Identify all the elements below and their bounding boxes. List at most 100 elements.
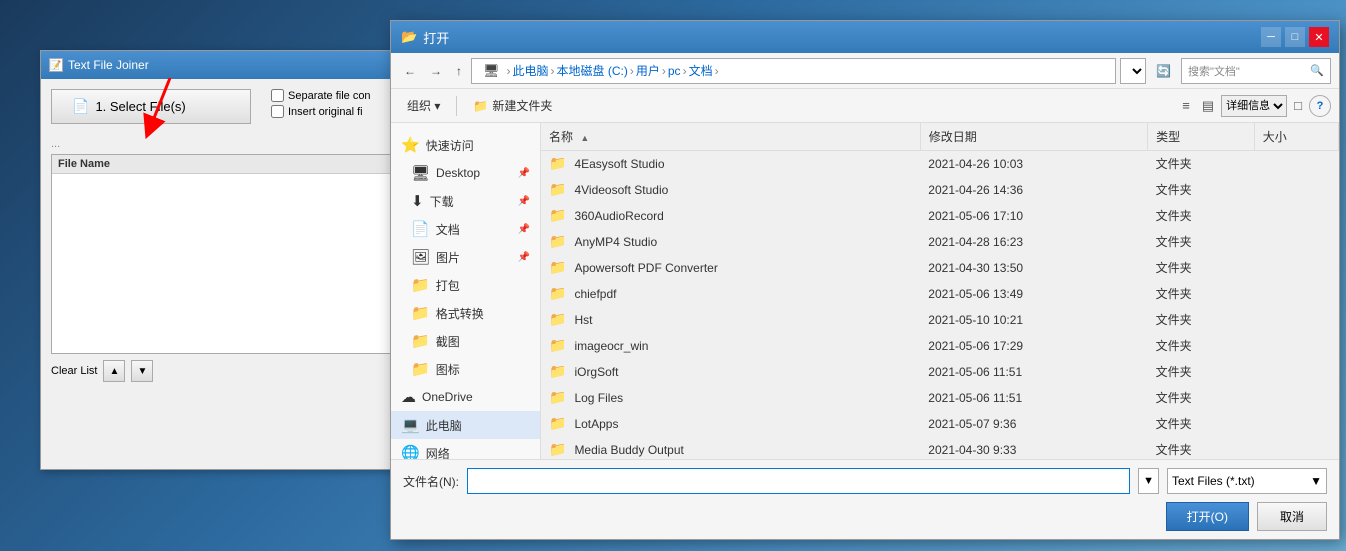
file-name-cell: 📁 AnyMP4 Studio: [541, 229, 920, 255]
desktop-icon: 🖥: [411, 164, 430, 182]
file-size-cell: [1254, 203, 1338, 229]
nav-item-thispc[interactable]: 💻 此电脑: [391, 411, 540, 439]
help-button[interactable]: ?: [1309, 95, 1331, 117]
new-folder-button[interactable]: 📁 新建文件夹: [465, 94, 560, 117]
joiner-title: Text File Joiner: [68, 58, 149, 72]
cancel-button[interactable]: 取消: [1257, 502, 1327, 531]
file-size-cell: [1254, 229, 1338, 255]
breadcrumb: 🖥 › 此电脑 › 本地磁盘 (C:) › 用户 › pc › 文档 ›: [471, 58, 1116, 84]
col-modified[interactable]: 修改日期: [920, 123, 1147, 151]
nav-item-pack[interactable]: 📁 打包: [391, 271, 540, 299]
table-row[interactable]: 📁 360AudioRecord 2021-05-06 17:10 文件夹: [541, 203, 1339, 229]
dialog-main: ⭐ 快速访问 🖥 Desktop 📌 ⬇ 下载 📌 📄 文档 📌 🖼 图片: [391, 123, 1339, 459]
nav-item-documents[interactable]: 📄 文档 📌: [391, 215, 540, 243]
nav-item-quickaccess[interactable]: ⭐ 快速访问: [391, 131, 540, 159]
filetype-dropdown[interactable]: Text Files (*.txt) ▼: [1167, 468, 1327, 494]
nav-item-pictures[interactable]: 🖼 图片 📌: [391, 243, 540, 271]
nav-label-pack: 打包: [436, 277, 460, 294]
file-size-cell: [1254, 411, 1338, 437]
file-modified-cell: 2021-05-06 11:51: [920, 359, 1147, 385]
option1-label[interactable]: Separate file con: [271, 89, 371, 102]
filename-input[interactable]: [467, 468, 1130, 494]
file-type-cell: 文件夹: [1148, 333, 1255, 359]
nav-item-onedrive[interactable]: ☁ OneDrive: [391, 383, 540, 411]
convert-icon: 📁: [411, 304, 430, 322]
nav-item-network[interactable]: 🌐 网络: [391, 439, 540, 459]
folder-icon: 📁: [549, 233, 566, 250]
col-size[interactable]: 大小: [1254, 123, 1338, 151]
clear-list-label: Clear List: [51, 365, 97, 377]
table-row[interactable]: 📁 Hst 2021-05-10 10:21 文件夹: [541, 307, 1339, 333]
organize-button[interactable]: 组织 ▾: [399, 94, 448, 117]
view-dropdown[interactable]: 详细信息: [1221, 95, 1287, 117]
folder-icon: 📁: [549, 337, 566, 354]
file-type-cell: 文件夹: [1148, 411, 1255, 437]
up-button[interactable]: ↑: [451, 62, 467, 80]
nav-label-screenshot: 截图: [436, 333, 460, 350]
file-modified-cell: 2021-05-06 11:51: [920, 385, 1147, 411]
file-type-cell: 文件夹: [1148, 307, 1255, 333]
table-row[interactable]: 📁 Apowersoft PDF Converter 2021-04-30 13…: [541, 255, 1339, 281]
select-files-button[interactable]: 📄 1. Select File(s): [51, 89, 251, 124]
col-name[interactable]: 名称 ▲: [541, 123, 920, 151]
filename-row: 文件名(N): ▼ Text Files (*.txt) ▼: [403, 468, 1327, 494]
move-up-button[interactable]: ▲: [103, 360, 125, 382]
file-size-cell: [1254, 359, 1338, 385]
joiner-title-icon: 📝: [49, 58, 63, 72]
folder-icon: 📁: [549, 415, 566, 432]
nav-item-convert[interactable]: 📁 格式转换: [391, 299, 540, 327]
table-row[interactable]: 📁 4Videosoft Studio 2021-04-26 14:36 文件夹: [541, 177, 1339, 203]
table-row[interactable]: 📁 chiefpdf 2021-05-06 13:49 文件夹: [541, 281, 1339, 307]
close-button[interactable]: ✕: [1309, 27, 1329, 47]
option1-checkbox[interactable]: [271, 89, 284, 102]
nav-item-icons[interactable]: 📁 图标: [391, 355, 540, 383]
nav-item-desktop[interactable]: 🖥 Desktop 📌: [391, 159, 540, 187]
col-type[interactable]: 类型: [1148, 123, 1255, 151]
file-name-cell: 📁 360AudioRecord: [541, 203, 920, 229]
preview-button[interactable]: □: [1289, 95, 1307, 116]
minimize-button[interactable]: ─: [1261, 27, 1281, 47]
move-down-button[interactable]: ▼: [131, 360, 153, 382]
file-size-cell: [1254, 177, 1338, 203]
breadcrumb-pc[interactable]: 此电脑: [513, 62, 549, 79]
pack-icon: 📁: [411, 276, 430, 294]
file-modified-cell: 2021-04-30 13:50: [920, 255, 1147, 281]
nav-item-screenshot[interactable]: 📁 截图: [391, 327, 540, 355]
filename-dropdown-btn[interactable]: ▼: [1138, 468, 1159, 494]
forward-button[interactable]: →: [425, 62, 447, 80]
joiner-window: 📝 Text File Joiner 📄 1. Select File(s) S…: [40, 50, 430, 470]
table-row[interactable]: 📁 AnyMP4 Studio 2021-04-28 16:23 文件夹: [541, 229, 1339, 255]
view-details-button[interactable]: ▤: [1197, 95, 1219, 117]
option2-checkbox[interactable]: [271, 105, 284, 118]
search-icon[interactable]: 🔍: [1310, 64, 1324, 77]
address-dropdown[interactable]: [1120, 58, 1146, 84]
table-row[interactable]: 📁 iOrgSoft 2021-05-06 11:51 文件夹: [541, 359, 1339, 385]
breadcrumb-docs[interactable]: 文档: [689, 62, 713, 79]
folder-icon: 📁: [549, 207, 566, 224]
open-button[interactable]: 打开(O): [1166, 502, 1249, 531]
file-name-cell: 📁 iOrgSoft: [541, 359, 920, 385]
table-row[interactable]: 📁 4Easysoft Studio 2021-04-26 10:03 文件夹: [541, 151, 1339, 177]
table-row[interactable]: 📁 LotApps 2021-05-07 9:36 文件夹: [541, 411, 1339, 437]
option2-label[interactable]: Insert original fi: [271, 105, 371, 118]
table-row[interactable]: 📁 imageocr_win 2021-05-06 17:29 文件夹: [541, 333, 1339, 359]
refresh-button[interactable]: 🔄: [1150, 60, 1177, 82]
view-list-button[interactable]: ≡: [1177, 95, 1195, 116]
breadcrumb-user[interactable]: pc: [668, 64, 681, 78]
maximize-button[interactable]: □: [1285, 27, 1305, 47]
breadcrumb-drive[interactable]: 本地磁盘 (C:): [557, 62, 628, 79]
folder-icon: 📁: [549, 259, 566, 276]
nav-item-downloads[interactable]: ⬇ 下载 📌: [391, 187, 540, 215]
nav-label-icons: 图标: [436, 361, 460, 378]
options-area: Separate file con Insert original fi: [271, 89, 371, 118]
clear-list-bar: Clear List ▲ ▼: [51, 360, 419, 382]
search-box: 搜索"文档" 🔍: [1181, 58, 1331, 84]
breadcrumb-users[interactable]: 用户: [636, 62, 660, 79]
folder-icon: 📁: [549, 389, 566, 406]
filename-label: 文件名(N):: [403, 473, 459, 490]
back-button[interactable]: ←: [399, 62, 421, 80]
table-row[interactable]: 📁 Log Files 2021-05-06 11:51 文件夹: [541, 385, 1339, 411]
table-row[interactable]: 📁 Media Buddy Output 2021-04-30 9:33 文件夹: [541, 437, 1339, 460]
open-dialog: 📂 打开 ─ □ ✕ ← → ↑ 🖥 › 此电脑 › 本地磁盘 (C:) › 用…: [390, 20, 1340, 540]
file-table-container[interactable]: 名称 ▲ 修改日期 类型 大小: [541, 123, 1339, 459]
